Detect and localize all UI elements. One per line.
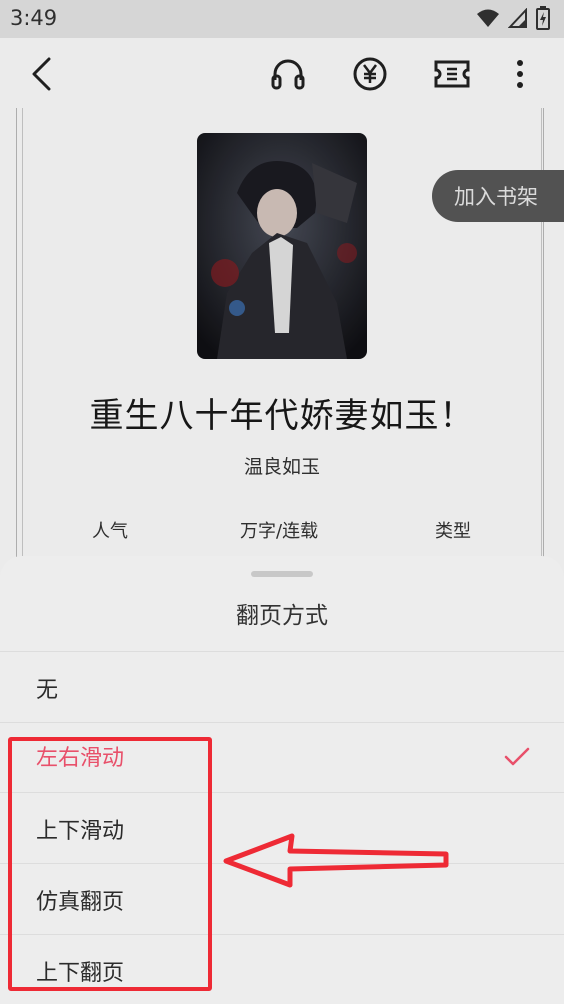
sheet-title: 翻页方式 [236,603,328,629]
option-label: 无 [36,678,59,703]
check-icon [504,747,530,766]
highlight-box [8,737,212,991]
annotation-arrow-icon [223,833,449,888]
option-none[interactable]: 无 [0,652,564,722]
sheet-drag-handle[interactable] [251,571,313,577]
